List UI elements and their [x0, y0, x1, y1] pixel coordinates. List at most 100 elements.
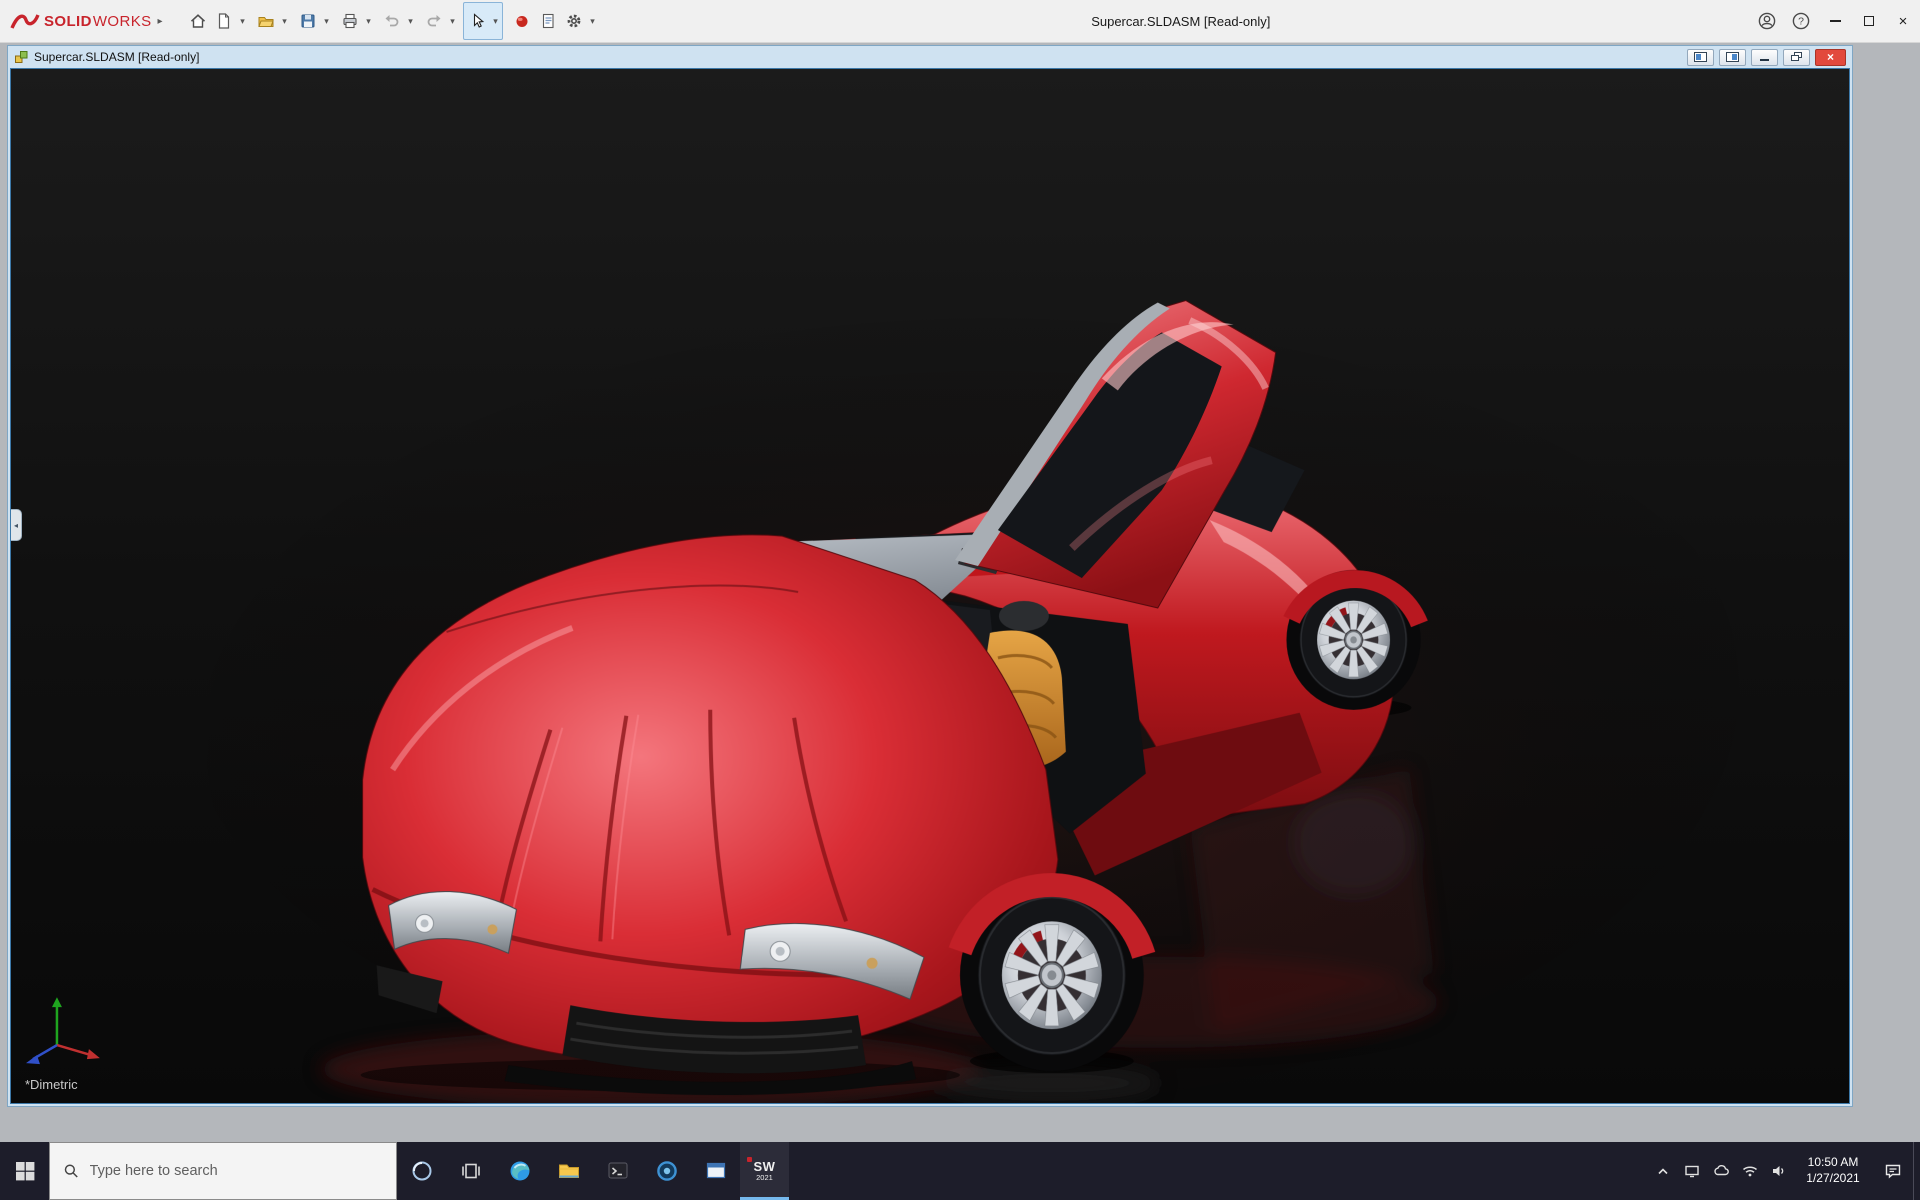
- app-titlebar: SOLID WORKS ▸ ▾: [0, 0, 1920, 43]
- close-button[interactable]: ×: [1886, 0, 1920, 43]
- save-button[interactable]: [295, 3, 321, 39]
- search-input[interactable]: [90, 1163, 383, 1179]
- solidworks-2021-app-button[interactable]: SW 2021: [740, 1142, 789, 1200]
- home-button[interactable]: [185, 3, 211, 39]
- task-view-icon: [460, 1160, 482, 1182]
- account-person-icon: [1757, 11, 1777, 31]
- brand-solid: SOLID: [44, 13, 92, 30]
- pane-right-glyph: [1726, 52, 1739, 62]
- print-button[interactable]: [337, 3, 363, 39]
- document-titlebar[interactable]: Supercar.SLDASM [Read-only] ×: [8, 46, 1852, 68]
- blue-window-app-icon: [704, 1159, 728, 1183]
- volume-icon: [1770, 1162, 1788, 1180]
- hidden-icons-button[interactable]: [1648, 1142, 1677, 1200]
- options-button[interactable]: [561, 3, 587, 39]
- action-center-button[interactable]: [1873, 1142, 1913, 1200]
- terminal-icon: [606, 1159, 630, 1183]
- file-explorer-icon: [557, 1159, 581, 1183]
- help-button[interactable]: ?: [1784, 0, 1818, 43]
- undo-button[interactable]: [379, 3, 405, 39]
- blue-circle-app-button[interactable]: [642, 1142, 691, 1200]
- sw-year: 2021: [754, 1173, 776, 1182]
- show-desktop-button[interactable]: [1913, 1142, 1920, 1200]
- quick-access-toolbar: ▾ ▾ ▾: [185, 2, 603, 40]
- file-properties-icon: [539, 12, 557, 30]
- select-tool-button[interactable]: [464, 3, 490, 39]
- taskbar-clock[interactable]: 10:50 AM 1/27/2021: [1793, 1142, 1873, 1200]
- assembly-document-icon: [14, 50, 29, 65]
- 3d-viewport[interactable]: *Dimetric: [11, 69, 1849, 1103]
- monitor-icon: [1684, 1163, 1700, 1179]
- save-icon: [299, 12, 317, 30]
- search-icon: [63, 1162, 80, 1180]
- task-view-button[interactable]: [446, 1142, 495, 1200]
- desktop: SOLID WORKS ▸ ▾: [0, 0, 1920, 1200]
- window-pane-button-right[interactable]: [1719, 49, 1746, 66]
- titlebar-controls: ? ×: [1750, 0, 1920, 43]
- document-restore-button[interactable]: [1783, 49, 1810, 66]
- cortana-button[interactable]: [397, 1142, 446, 1200]
- wifi-icon: [1741, 1162, 1759, 1180]
- ds-logo-icon: [10, 10, 40, 32]
- taskbar-search[interactable]: [49, 1142, 397, 1200]
- cortana-ring-icon: [411, 1160, 433, 1182]
- new-document-dropdown[interactable]: ▾: [237, 3, 249, 39]
- solidworks-2021-icon: SW 2021: [754, 1160, 776, 1182]
- print-dropdown[interactable]: ▾: [363, 3, 375, 39]
- rebuild-red-sphere-icon: [513, 12, 531, 30]
- cloud-tray-button[interactable]: [1706, 1142, 1735, 1200]
- document-window: Supercar.SLDASM [Read-only] ×: [7, 45, 1853, 1107]
- file-properties-button[interactable]: [535, 3, 561, 39]
- cloud-icon: [1712, 1162, 1730, 1180]
- help-question-icon: ?: [1791, 11, 1811, 31]
- sw-letters: SW: [754, 1160, 776, 1173]
- select-tool-dropdown[interactable]: ▾: [490, 3, 502, 39]
- feature-pane-collapse-tab[interactable]: ◂: [11, 509, 22, 541]
- select-cursor-icon: [468, 12, 486, 30]
- edge-app-button[interactable]: [495, 1142, 544, 1200]
- options-dropdown[interactable]: ▾: [587, 3, 599, 39]
- new-document-button[interactable]: [211, 3, 237, 39]
- maximize-button[interactable]: [1852, 0, 1886, 43]
- redo-button[interactable]: [421, 3, 447, 39]
- open-button[interactable]: [253, 3, 279, 39]
- display-tray-button[interactable]: [1677, 1142, 1706, 1200]
- file-explorer-button[interactable]: [544, 1142, 593, 1200]
- system-tray: 10:50 AM 1/27/2021: [1648, 1142, 1920, 1200]
- account-button[interactable]: [1750, 0, 1784, 43]
- maximize-glyph: [1864, 16, 1874, 26]
- document-window-controls: ×: [1682, 49, 1846, 66]
- terminal-app-button[interactable]: [593, 1142, 642, 1200]
- doc-restore-glyph: [1791, 52, 1803, 62]
- taskbar: SW 2021: [0, 1142, 1920, 1200]
- volume-tray-button[interactable]: [1764, 1142, 1793, 1200]
- network-tray-button[interactable]: [1735, 1142, 1764, 1200]
- options-gear-icon: [565, 12, 583, 30]
- document-title: Supercar.SLDASM [Read-only]: [34, 50, 199, 64]
- minimize-glyph: [1830, 20, 1841, 22]
- undo-icon: [383, 12, 401, 30]
- save-dropdown[interactable]: ▾: [321, 3, 333, 39]
- brand-works: WORKS: [93, 13, 152, 30]
- document-close-button[interactable]: ×: [1815, 49, 1846, 66]
- edge-browser-icon: [508, 1159, 532, 1183]
- start-button[interactable]: [0, 1142, 49, 1200]
- solidworks-logo: SOLID WORKS: [0, 10, 152, 32]
- window-pane-button-left[interactable]: [1687, 49, 1714, 66]
- redo-dropdown[interactable]: ▾: [447, 3, 459, 39]
- pane-left-glyph: [1694, 52, 1707, 62]
- clock-time: 10:50 AM: [1808, 1155, 1859, 1171]
- brand-flyout-arrow[interactable]: ▸: [158, 16, 163, 27]
- windows-logo-icon: [14, 1160, 36, 1182]
- window-app-button[interactable]: [691, 1142, 740, 1200]
- rebuild-button[interactable]: [509, 3, 535, 39]
- home-icon: [189, 12, 207, 30]
- new-document-icon: [215, 12, 233, 30]
- redo-icon: [425, 12, 443, 30]
- viewport-container: *Dimetric ◂: [10, 68, 1850, 1104]
- open-folder-icon: [257, 12, 275, 30]
- document-minimize-button[interactable]: [1751, 49, 1778, 66]
- open-dropdown[interactable]: ▾: [279, 3, 291, 39]
- minimize-button[interactable]: [1818, 0, 1852, 43]
- undo-dropdown[interactable]: ▾: [405, 3, 417, 39]
